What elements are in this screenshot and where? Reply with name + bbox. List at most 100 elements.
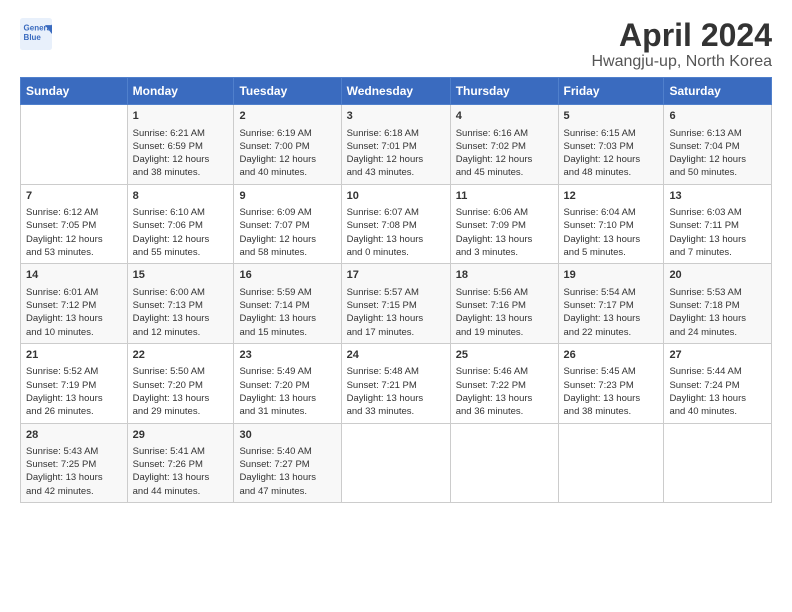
day-content: Sunrise: 5:59 AM xyxy=(239,286,335,299)
day-content: Sunset: 7:23 PM xyxy=(564,379,659,392)
day-content: and 33 minutes. xyxy=(347,405,445,418)
day-number: 16 xyxy=(239,268,335,283)
day-content: Sunrise: 5:56 AM xyxy=(456,286,553,299)
calendar-cell: 12Sunrise: 6:04 AMSunset: 7:10 PMDayligh… xyxy=(558,184,664,264)
day-content: and 24 minutes. xyxy=(669,326,766,339)
day-content: Sunrise: 6:12 AM xyxy=(26,206,122,219)
header-monday: Monday xyxy=(127,78,234,105)
day-content: Daylight: 13 hours xyxy=(347,233,445,246)
day-number: 1 xyxy=(133,109,229,124)
calendar-cell: 6Sunrise: 6:13 AMSunset: 7:04 PMDaylight… xyxy=(664,105,772,185)
day-number: 10 xyxy=(347,189,445,204)
calendar-cell: 10Sunrise: 6:07 AMSunset: 7:08 PMDayligh… xyxy=(341,184,450,264)
day-content: Daylight: 13 hours xyxy=(26,471,122,484)
calendar-header: Sunday Monday Tuesday Wednesday Thursday… xyxy=(21,78,772,105)
calendar-week-4: 21Sunrise: 5:52 AMSunset: 7:19 PMDayligh… xyxy=(21,343,772,423)
calendar-cell: 2Sunrise: 6:19 AMSunset: 7:00 PMDaylight… xyxy=(234,105,341,185)
day-content: Sunrise: 5:49 AM xyxy=(239,365,335,378)
day-content: Daylight: 13 hours xyxy=(669,312,766,325)
day-content: Sunset: 7:15 PM xyxy=(347,299,445,312)
header-wednesday: Wednesday xyxy=(341,78,450,105)
day-content: and 53 minutes. xyxy=(26,246,122,259)
day-number: 6 xyxy=(669,109,766,124)
day-content: Sunset: 7:06 PM xyxy=(133,219,229,232)
day-content: Sunrise: 6:18 AM xyxy=(347,127,445,140)
day-content: Sunrise: 6:16 AM xyxy=(456,127,553,140)
day-content: Daylight: 13 hours xyxy=(669,233,766,246)
day-content: Daylight: 12 hours xyxy=(239,153,335,166)
logo-icon: General Blue xyxy=(20,18,52,50)
header-sunday: Sunday xyxy=(21,78,128,105)
day-content: Sunrise: 6:19 AM xyxy=(239,127,335,140)
day-content: and 50 minutes. xyxy=(669,166,766,179)
calendar-cell xyxy=(341,423,450,503)
day-content: Daylight: 13 hours xyxy=(133,471,229,484)
day-content: and 55 minutes. xyxy=(133,246,229,259)
day-content: Daylight: 13 hours xyxy=(456,233,553,246)
day-content: Sunset: 7:19 PM xyxy=(26,379,122,392)
day-content: and 36 minutes. xyxy=(456,405,553,418)
day-content: Daylight: 12 hours xyxy=(239,233,335,246)
day-content: Sunset: 7:24 PM xyxy=(669,379,766,392)
day-content: Sunset: 7:02 PM xyxy=(456,140,553,153)
day-content: and 29 minutes. xyxy=(133,405,229,418)
calendar-cell: 29Sunrise: 5:41 AMSunset: 7:26 PMDayligh… xyxy=(127,423,234,503)
day-number: 3 xyxy=(347,109,445,124)
day-number: 20 xyxy=(669,268,766,283)
calendar-body: 1Sunrise: 6:21 AMSunset: 6:59 PMDaylight… xyxy=(21,105,772,503)
day-content: Sunset: 7:16 PM xyxy=(456,299,553,312)
day-content: Sunrise: 6:15 AM xyxy=(564,127,659,140)
day-number: 23 xyxy=(239,348,335,363)
day-content: Daylight: 13 hours xyxy=(347,312,445,325)
day-content: and 38 minutes. xyxy=(133,166,229,179)
day-content: Sunset: 7:21 PM xyxy=(347,379,445,392)
calendar-cell: 15Sunrise: 6:00 AMSunset: 7:13 PMDayligh… xyxy=(127,264,234,344)
day-content: Sunset: 7:14 PM xyxy=(239,299,335,312)
day-number: 7 xyxy=(26,189,122,204)
calendar-week-5: 28Sunrise: 5:43 AMSunset: 7:25 PMDayligh… xyxy=(21,423,772,503)
calendar-cell: 30Sunrise: 5:40 AMSunset: 7:27 PMDayligh… xyxy=(234,423,341,503)
day-content: Daylight: 13 hours xyxy=(456,392,553,405)
calendar-cell: 4Sunrise: 6:16 AMSunset: 7:02 PMDaylight… xyxy=(450,105,558,185)
calendar-cell: 20Sunrise: 5:53 AMSunset: 7:18 PMDayligh… xyxy=(664,264,772,344)
calendar-cell: 16Sunrise: 5:59 AMSunset: 7:14 PMDayligh… xyxy=(234,264,341,344)
day-content: and 45 minutes. xyxy=(456,166,553,179)
day-content: Daylight: 12 hours xyxy=(564,153,659,166)
day-content: Sunset: 7:11 PM xyxy=(669,219,766,232)
day-content: Sunset: 7:17 PM xyxy=(564,299,659,312)
day-content: Daylight: 13 hours xyxy=(239,471,335,484)
day-content: Sunset: 6:59 PM xyxy=(133,140,229,153)
day-content: Daylight: 13 hours xyxy=(669,392,766,405)
day-content: Daylight: 13 hours xyxy=(26,392,122,405)
day-content: Sunrise: 5:41 AM xyxy=(133,445,229,458)
calendar-cell: 27Sunrise: 5:44 AMSunset: 7:24 PMDayligh… xyxy=(664,343,772,423)
day-content: and 47 minutes. xyxy=(239,485,335,498)
header-row: General Blue General Blue April 2024 Hwa… xyxy=(20,18,772,71)
calendar-cell: 26Sunrise: 5:45 AMSunset: 7:23 PMDayligh… xyxy=(558,343,664,423)
calendar-cell xyxy=(21,105,128,185)
day-content: and 48 minutes. xyxy=(564,166,659,179)
day-number: 12 xyxy=(564,189,659,204)
day-number: 5 xyxy=(564,109,659,124)
calendar-cell: 17Sunrise: 5:57 AMSunset: 7:15 PMDayligh… xyxy=(341,264,450,344)
day-content: Sunrise: 6:10 AM xyxy=(133,206,229,219)
day-content: Daylight: 13 hours xyxy=(347,392,445,405)
calendar-cell: 1Sunrise: 6:21 AMSunset: 6:59 PMDaylight… xyxy=(127,105,234,185)
day-content: Daylight: 12 hours xyxy=(347,153,445,166)
day-content: Sunset: 7:12 PM xyxy=(26,299,122,312)
svg-text:Blue: Blue xyxy=(24,33,42,42)
day-number: 22 xyxy=(133,348,229,363)
day-number: 24 xyxy=(347,348,445,363)
calendar-table: Sunday Monday Tuesday Wednesday Thursday… xyxy=(20,77,772,503)
day-content: Sunrise: 5:43 AM xyxy=(26,445,122,458)
day-content: Daylight: 12 hours xyxy=(669,153,766,166)
logo: General Blue General Blue xyxy=(20,18,52,50)
day-content: Daylight: 13 hours xyxy=(564,233,659,246)
day-content: Daylight: 13 hours xyxy=(133,392,229,405)
header-friday: Friday xyxy=(558,78,664,105)
calendar-cell: 8Sunrise: 6:10 AMSunset: 7:06 PMDaylight… xyxy=(127,184,234,264)
day-number: 28 xyxy=(26,428,122,443)
day-content: and 58 minutes. xyxy=(239,246,335,259)
day-content: and 10 minutes. xyxy=(26,326,122,339)
calendar-week-3: 14Sunrise: 6:01 AMSunset: 7:12 PMDayligh… xyxy=(21,264,772,344)
